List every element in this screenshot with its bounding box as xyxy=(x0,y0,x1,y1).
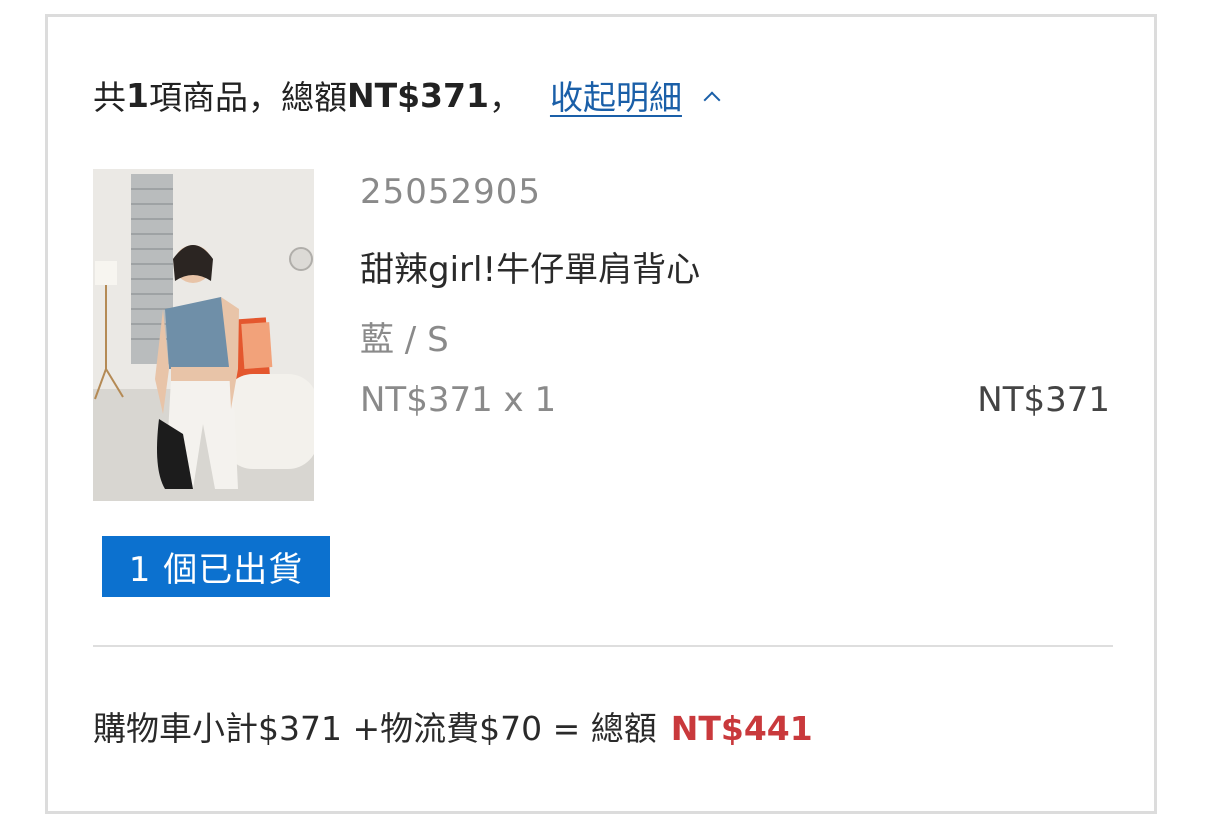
line-total: NT$371 xyxy=(977,380,1110,420)
product-name[interactable]: 甜辣girl!牛仔單肩背心 xyxy=(360,242,700,291)
order-totals: 購物車小計$371 +物流費$70 = 總額 NT$441 xyxy=(93,702,813,750)
summary-comma: ， xyxy=(488,78,522,117)
divider xyxy=(93,645,1113,647)
product-variant: 藍 / S xyxy=(360,320,449,360)
collapse-details-link[interactable]: 收起明細 xyxy=(550,71,682,119)
totals-breakdown: 購物車小計$371 +物流費$70 = 總額 xyxy=(93,709,657,748)
summary-items-word: 項商品，總額 xyxy=(148,78,347,117)
product-image[interactable] xyxy=(93,169,314,501)
order-summary: 共 1 項商品，總額 NT$371， 收起明細 xyxy=(93,70,721,120)
shipment-status-badge: 1 個已出貨 xyxy=(102,536,330,597)
grand-total: NT$441 xyxy=(670,709,813,748)
product-photo xyxy=(93,169,314,501)
unit-price-quantity: NT$371 x 1 xyxy=(360,380,557,420)
product-sku: 25052905 xyxy=(360,172,542,212)
summary-prefix: 共 xyxy=(93,78,126,117)
item-count: 1 xyxy=(126,75,149,115)
summary-total: NT$371 xyxy=(346,75,489,115)
chevron-up-icon[interactable] xyxy=(703,91,721,109)
